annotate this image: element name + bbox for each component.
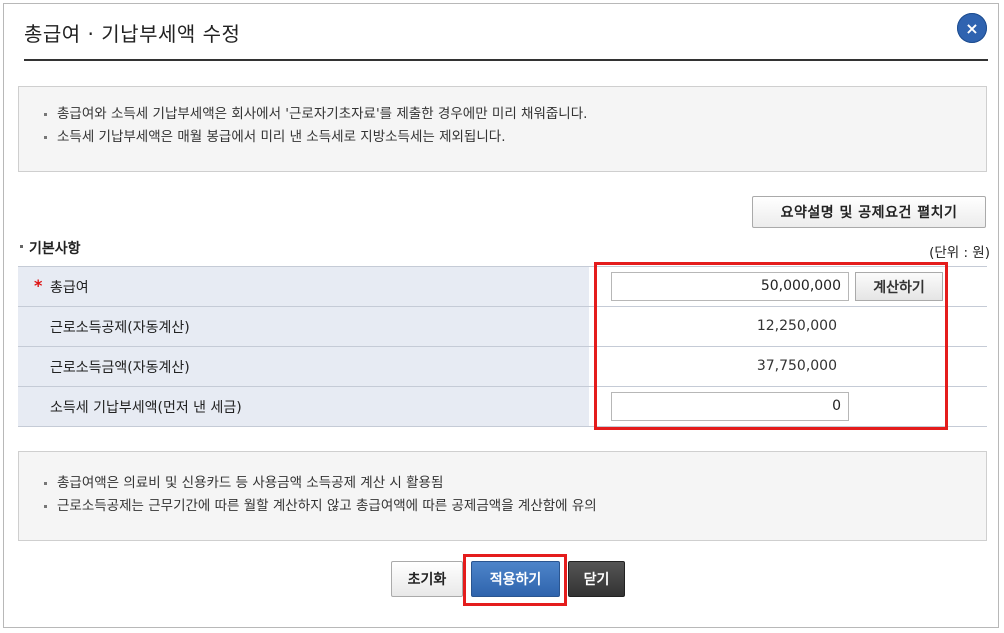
notice-item: 소득세 기납부세액은 매월 봉급에서 미리 낸 소득세로 지방소득세는 제외됩니… (44, 126, 986, 149)
dialog-title: 총급여 · 기납부세액 수정 (24, 22, 241, 46)
unit-label: (단위 : 원) (929, 245, 990, 261)
required-mark: * (34, 276, 43, 295)
apply-button[interactable]: 적용하기 (471, 561, 560, 597)
bullet-icon (20, 244, 23, 248)
notice-text: 총급여액은 의료비 및 신용카드 등 사용금액 소득공제 계산 시 활용됨 (57, 475, 444, 491)
prepaid-tax-label: 소득세 기납부세액(먼저 낸 세금) (18, 387, 589, 426)
close-button[interactable]: 닫기 (568, 561, 625, 597)
gross-salary-label-text: 총급여 (50, 279, 89, 296)
notice-item: 총급여액은 의료비 및 신용카드 등 사용금액 소득공제 계산 시 활용됨 (44, 472, 986, 495)
notice-box-bottom: 총급여액은 의료비 및 신용카드 등 사용금액 소득공제 계산 시 활용됨 근로… (18, 451, 987, 541)
section-title: 기본사항 (20, 238, 81, 258)
table-row-income-deduction: 근로소득공제(자동계산) 12,250,000 (18, 307, 987, 347)
section-title-text: 기본사항 (29, 241, 81, 257)
bullet-icon (44, 136, 47, 139)
close-icon[interactable]: × (957, 13, 987, 43)
table-row-prepaid-tax: 소득세 기납부세액(먼저 낸 세금) 0 (18, 387, 987, 427)
reset-button[interactable]: 초기화 (391, 561, 463, 597)
expand-summary-button[interactable]: 요약설명 및 공제요건 펼치기 (752, 196, 986, 228)
gross-salary-cell: 50,000,000 계산하기 (589, 267, 987, 306)
table-row-gross-salary: * 총급여 50,000,000 계산하기 (18, 267, 987, 307)
income-deduction-cell: 12,250,000 (589, 307, 987, 346)
income-deduction-label: 근로소득공제(자동계산) (18, 307, 589, 346)
notice-item: 근로소득공제는 근무기간에 따른 월할 계산하지 않고 총급여액에 따른 공제금… (44, 495, 986, 518)
prepaid-tax-cell: 0 (589, 387, 987, 426)
income-amount-label: 근로소득금액(자동계산) (18, 347, 589, 386)
notice-box-top: 총급여와 소득세 기납부세액은 회사에서 '근로자기초자료'를 제출한 경우에만… (18, 86, 987, 172)
table-row-income-amount: 근로소득금액(자동계산) 37,750,000 (18, 347, 987, 387)
income-amount-cell: 37,750,000 (589, 347, 987, 386)
title-divider (24, 59, 988, 61)
bullet-icon (44, 505, 47, 508)
bullet-icon (44, 113, 47, 116)
income-amount-value: 37,750,000 (756, 358, 837, 374)
calculate-button[interactable]: 계산하기 (855, 272, 943, 301)
gross-salary-label: * 총급여 (18, 267, 589, 306)
prepaid-tax-input[interactable]: 0 (611, 392, 849, 421)
income-deduction-value: 12,250,000 (756, 318, 837, 334)
bullet-icon (44, 482, 47, 485)
notice-item: 총급여와 소득세 기납부세액은 회사에서 '근로자기초자료'를 제출한 경우에만… (44, 103, 986, 126)
notice-text: 총급여와 소득세 기납부세액은 회사에서 '근로자기초자료'를 제출한 경우에만… (57, 106, 588, 122)
gross-salary-input[interactable]: 50,000,000 (611, 272, 849, 301)
basic-info-table: * 총급여 50,000,000 계산하기 근로소득공제(자동계산) 12,25… (18, 266, 987, 427)
notice-text: 소득세 기납부세액은 매월 봉급에서 미리 낸 소득세로 지방소득세는 제외됩니… (57, 129, 506, 145)
notice-text: 근로소득공제는 근무기간에 따른 월할 계산하지 않고 총급여액에 따른 공제금… (57, 498, 597, 514)
